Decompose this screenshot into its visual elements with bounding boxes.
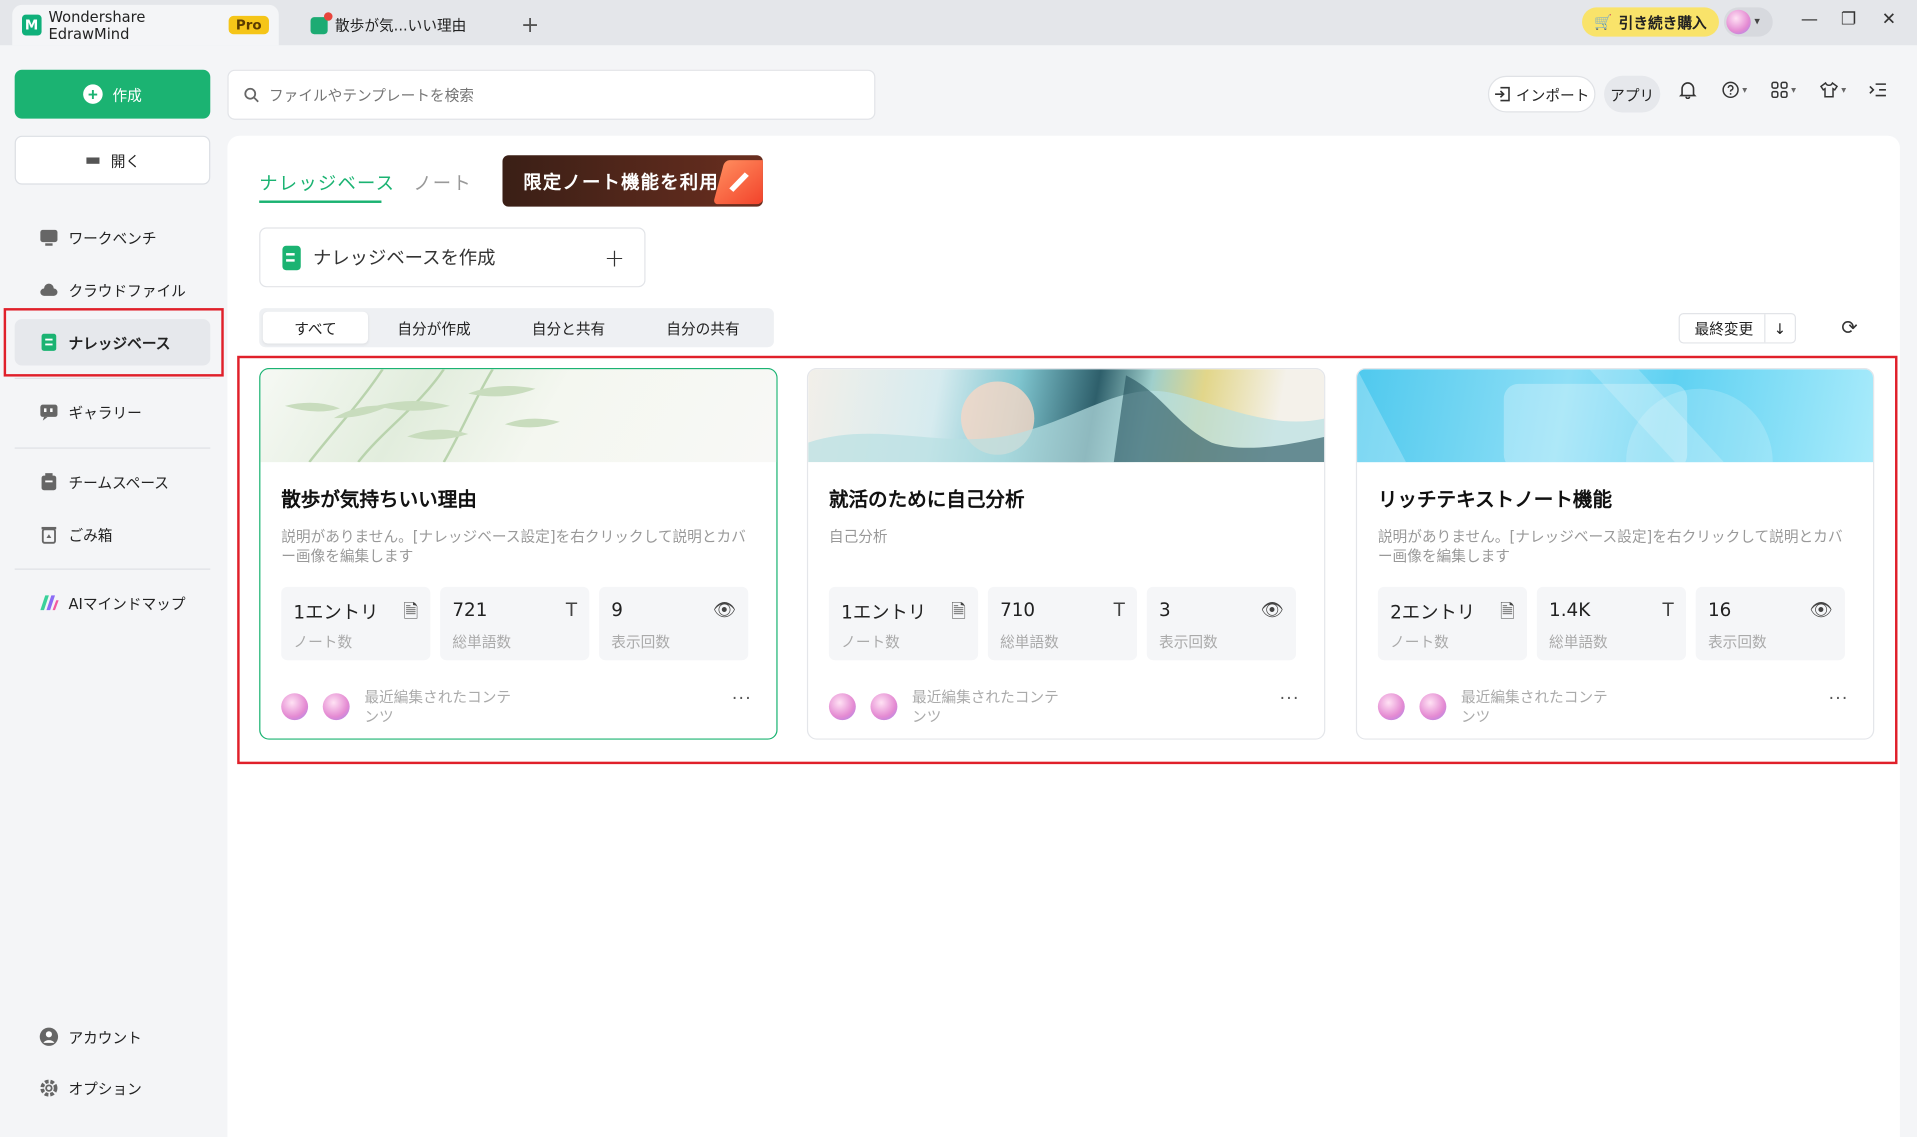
sidebar-item-gallery[interactable]: ギャラリー [15, 389, 211, 435]
filter-created-by-me[interactable]: 自分が作成 [379, 312, 489, 344]
chevron-down-icon: ▾ [1754, 15, 1760, 29]
minimize-icon[interactable]: — [1797, 10, 1821, 30]
buy-button[interactable]: 🛒 引き続き購入 [1582, 7, 1719, 37]
divider [14, 568, 211, 570]
active-tab-indicator [259, 200, 382, 203]
knowledge-base-icon [282, 245, 301, 270]
open-button[interactable]: ▬ 開く [14, 135, 211, 185]
cloud-icon [40, 283, 58, 296]
plus-icon: + [83, 84, 103, 104]
team-space-icon [41, 473, 57, 491]
import-label: インポート [1516, 86, 1590, 104]
import-icon [1495, 86, 1510, 102]
highlight-box-cards [237, 355, 1898, 765]
sidebar-item-label: AIマインドマップ [68, 594, 186, 612]
refresh-icon[interactable]: ⟳ [1841, 315, 1857, 338]
sidebar-item-label: ワークベンチ [68, 229, 157, 247]
plus-icon: + [604, 242, 625, 273]
grid-menu[interactable]: ▾ [1770, 81, 1796, 99]
search-icon [244, 87, 259, 103]
divider [14, 447, 211, 449]
tab-knowledge-base[interactable]: ナレッジベース [259, 170, 395, 196]
filter-my-shares[interactable]: 自分の共有 [648, 312, 758, 344]
collapse-panel-icon[interactable] [1868, 81, 1888, 99]
filter-all[interactable]: すべて [262, 311, 369, 344]
import-button[interactable]: インポート [1487, 75, 1596, 113]
chevron-down-icon: ▾ [1841, 84, 1847, 96]
open-label: 開く [110, 152, 141, 170]
pen-icon [712, 160, 763, 205]
sort-dropdown[interactable]: 最終変更 ↓ [1678, 312, 1796, 344]
promo-banner-button[interactable]: 限定ノート機能を利用 [502, 155, 763, 207]
sidebar-item-label: ギャラリー [68, 404, 142, 422]
pro-badge: Pro [228, 15, 269, 35]
account-icon [39, 1027, 59, 1046]
ai-mindmap-icon [40, 595, 59, 611]
sidebar-item-team-space[interactable]: チームスペース [15, 458, 211, 504]
avatar [1726, 9, 1751, 35]
help-icon [1722, 81, 1739, 99]
document-icon [310, 11, 333, 34]
app-name: Wondershare EdrawMind [48, 7, 146, 43]
document-tab-label: 散歩が気...いい理由 [334, 17, 467, 35]
chevron-down-icon: ▾ [1742, 84, 1748, 96]
user-avatar-menu[interactable]: ▾ [1723, 7, 1773, 37]
help-menu[interactable]: ▾ [1721, 81, 1747, 99]
title-bar: M Wondershare EdrawMind Pro 散歩が気...いい理由 … [0, 0, 1917, 46]
bell-icon[interactable] [1678, 81, 1697, 100]
sort-label: 最終変更 [1694, 320, 1754, 338]
cart-icon: 🛒 [1594, 13, 1613, 31]
sidebar-item-account[interactable]: アカウント [15, 1014, 211, 1060]
sidebar-item-ai-mindmap[interactable]: AIマインドマップ [15, 580, 211, 626]
gallery-icon [40, 404, 58, 421]
gear-icon [40, 1079, 58, 1097]
sort-direction-icon[interactable]: ↓ [1763, 314, 1795, 343]
filter-segment: すべて 自分が作成 自分と共有 自分の共有 [259, 308, 774, 348]
create-label: 作成 [112, 86, 142, 104]
apps-button[interactable]: アプリ [1604, 75, 1661, 113]
sidebar-item-label: ごみ箱 [68, 526, 113, 544]
shirt-icon [1819, 81, 1839, 98]
sidebar-item-trash[interactable]: ごみ箱 [15, 511, 211, 557]
sidebar-item-workbench[interactable]: ワークベンチ [15, 214, 211, 260]
theme-menu[interactable]: ▾ [1819, 81, 1846, 99]
trash-icon [41, 526, 57, 544]
sidebar-item-options[interactable]: オプション [15, 1065, 211, 1111]
create-button[interactable]: + 作成 [14, 69, 211, 119]
promo-label: 限定ノート機能を利用 [523, 170, 719, 193]
buy-label: 引き続き購入 [1618, 14, 1707, 32]
app-tab[interactable]: M Wondershare EdrawMind Pro [12, 4, 279, 46]
restore-icon[interactable]: ❐ [1836, 10, 1860, 30]
divider [14, 377, 211, 380]
close-icon[interactable]: ✕ [1877, 10, 1901, 30]
search-bar[interactable] [227, 69, 876, 120]
create-kb-label: ナレッジベースを作成 [312, 246, 496, 269]
create-knowledge-base-button[interactable]: ナレッジベースを作成 + [259, 227, 646, 288]
workbench-icon [40, 229, 58, 246]
filter-shared-with-me[interactable]: 自分と共有 [513, 312, 623, 344]
sidebar-item-cloud-files[interactable]: クラウドファイル [15, 267, 211, 313]
sidebar-item-label: クラウドファイル [68, 281, 186, 299]
sidebar-item-label: アカウント [68, 1028, 142, 1046]
document-tab[interactable]: 散歩が気...いい理由 [301, 5, 497, 45]
sidebar-item-label: オプション [68, 1080, 142, 1098]
highlight-box-sidebar [3, 308, 224, 377]
search-input[interactable] [268, 86, 856, 104]
grid-icon [1771, 81, 1788, 99]
tab-notes[interactable]: ノート [413, 170, 472, 196]
edrawmind-logo-icon: M [22, 14, 42, 36]
chevron-down-icon: ▾ [1791, 84, 1797, 96]
sidebar-item-label: チームスペース [68, 473, 169, 491]
folder-icon: ▬ [84, 150, 101, 170]
new-tab-button[interactable]: + [511, 5, 549, 45]
